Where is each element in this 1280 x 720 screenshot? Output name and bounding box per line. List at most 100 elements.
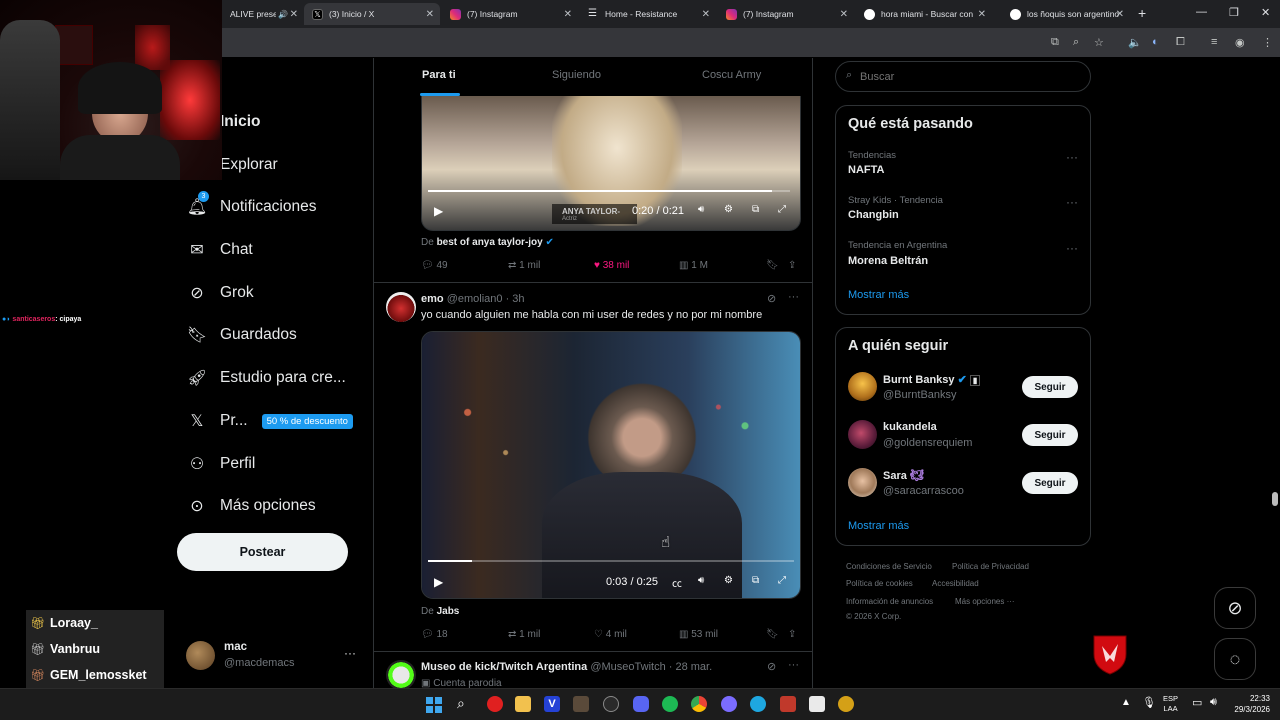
language-indicator[interactable]: ESP LAA [1163, 694, 1178, 714]
avatar[interactable] [386, 292, 416, 322]
footer-link[interactable]: Más opciones ··· [955, 597, 1015, 606]
tray-chevron-icon[interactable]: ▲ [1121, 697, 1131, 708]
video-progress-track[interactable] [428, 560, 794, 562]
sidebar-item-bookmarks[interactable]: 🔖︎ Guardados [186, 320, 297, 350]
close-tab-icon[interactable]: ✕ [978, 9, 986, 20]
grok-icon[interactable]: ⊘ [767, 660, 776, 673]
pip-icon[interactable]: ⧉ [752, 204, 759, 215]
reply-button[interactable]: 💬︎ 18 [421, 629, 448, 640]
play-icon[interactable]: ▶ [434, 204, 443, 218]
zoom-icon[interactable]: ⌕ [1073, 36, 1079, 49]
audio-icon[interactable]: 🔈 [1128, 36, 1142, 49]
repost-button[interactable]: ⇄ 1 mil [508, 260, 540, 271]
source-name[interactable]: best of anya taylor-joy [437, 237, 543, 248]
fullscreen-icon[interactable]: ⤢ [778, 204, 786, 215]
close-tab-icon[interactable]: ✕ [1116, 9, 1124, 20]
browser-tab-6[interactable]: los ñoquis son argentino ✕ [1002, 3, 1130, 25]
reply-button[interactable]: 💬︎ 49 [421, 260, 448, 271]
new-tab-button[interactable]: + [1138, 5, 1146, 21]
video-player[interactable]: ▶ 0:03 / 0:25 ㏄ 🔊︎ ⚙ ⧉ ⤢ [421, 331, 801, 599]
bookmark-star-icon[interactable]: ☆ [1094, 36, 1104, 49]
follow-show-more[interactable]: Mostrar más [848, 520, 909, 532]
sidebar-item-profile[interactable]: ⚇ Perfil [186, 449, 256, 479]
file-explorer-icon[interactable] [515, 696, 531, 712]
avatar[interactable] [386, 660, 416, 688]
follow-button[interactable]: Seguir [1022, 424, 1078, 446]
trend-more-icon[interactable]: ··· [1066, 241, 1078, 255]
messages-float-button[interactable]: ◌ [1214, 638, 1256, 680]
close-window-icon[interactable]: ✕ [1261, 6, 1270, 19]
spotify-app-icon[interactable] [662, 696, 678, 712]
play-icon[interactable]: ▶ [434, 575, 443, 589]
sidebar-item-premium[interactable]: 𝕏 Pr... 50 % de descuento [186, 406, 353, 436]
post-more-icon[interactable]: ··· [788, 659, 799, 671]
taskbar-search-icon[interactable]: ⌕ [457, 695, 465, 712]
follow-button[interactable]: Seguir [1022, 376, 1078, 398]
footer-link[interactable]: Política de cookies [846, 579, 913, 588]
bookmark-button[interactable]: 🔖︎ [766, 260, 779, 271]
sidebar-item-more[interactable]: ⊙ Más opciones [186, 491, 315, 521]
captions-icon[interactable]: ㏄ [672, 575, 682, 590]
follow-button[interactable]: Seguir [1022, 472, 1078, 494]
trend-more-icon[interactable]: ··· [1066, 195, 1078, 209]
browser-tab-3[interactable]: ☰ Home - Resistance ✕ [580, 3, 716, 25]
chrome-app-icon[interactable] [691, 696, 707, 712]
grok-float-button[interactable]: ⊘ [1214, 587, 1256, 629]
windows-start-icon[interactable] [426, 697, 442, 713]
author-name[interactable]: Museo de kick/Twitch Argentina [421, 661, 587, 673]
sidebar-item-creator-studio[interactable]: 🚀︎ Estudio para cre... [186, 363, 346, 393]
tab-coscu-army[interactable]: Coscu Army [702, 69, 761, 81]
search-box[interactable]: ⌕ [835, 61, 1091, 92]
trends-show-more[interactable]: Mostrar más [848, 289, 909, 301]
share-icon[interactable]: ⇪ [788, 629, 796, 640]
taskbar-app-icon[interactable] [721, 696, 737, 712]
search-input[interactable] [860, 68, 1080, 86]
footer-link[interactable]: Información de anuncios [846, 597, 933, 606]
settings-icon[interactable]: ⚙ [724, 204, 733, 215]
views-button[interactable]: ▥ 1 M [679, 260, 708, 271]
repost-button[interactable]: ⇄ 1 mil [508, 629, 540, 640]
discord-app-icon[interactable] [633, 696, 649, 712]
obs-app-icon[interactable] [603, 696, 619, 712]
volume-tray-icon[interactable]: 🔊︎ [1210, 696, 1217, 709]
sidebar-item-notifications[interactable]: 🔔︎ 3 Notificaciones [186, 191, 317, 222]
post-button[interactable]: Postear [177, 533, 348, 571]
clock[interactable]: 22:33 29/3/2026 [1226, 693, 1270, 715]
volume-icon[interactable]: 🔊︎ [698, 575, 704, 586]
photos-app-icon[interactable] [573, 696, 589, 712]
sidebar-item-grok[interactable]: ⊘ Grok [186, 278, 253, 308]
video-progress-track[interactable] [428, 190, 790, 192]
author-handle[interactable]: @MuseoTwitch [590, 661, 665, 673]
fullscreen-icon[interactable]: ⤢ [778, 575, 786, 586]
footer-link[interactable]: Condiciones de Servicio [846, 562, 932, 571]
close-tab-icon[interactable]: ✕ [702, 9, 710, 20]
like-button[interactable]: ♡ 4 mil [594, 629, 627, 640]
sidebar-item-chat[interactable]: ✉ Chat [186, 235, 252, 265]
tab-following[interactable]: Siguiendo [552, 69, 601, 81]
media-icon[interactable]: ≡ [1211, 36, 1217, 48]
video-player[interactable]: ▶ ANYA TAYLOR- Actriz 0:20 / 0:21 🔊︎ ⚙ ⧉… [421, 96, 801, 231]
vegas-app-icon[interactable]: V [544, 696, 560, 712]
page-scrollbar[interactable] [1272, 492, 1278, 506]
volume-icon[interactable]: 🔊︎ [698, 204, 704, 215]
browser-tab-2[interactable]: (7) Instagram ✕ [442, 3, 578, 25]
close-tab-icon[interactable]: ✕ [840, 9, 848, 20]
taskbar-app-icon[interactable] [780, 696, 796, 712]
bookmark-button[interactable]: 🔖︎ [766, 629, 779, 640]
post-more-icon[interactable]: ··· [788, 291, 799, 303]
puzzle-icon[interactable]: ⧠ [1176, 36, 1185, 49]
taskbar-app-icon[interactable] [487, 696, 503, 712]
profile-icon[interactable]: ◉ [1235, 36, 1245, 49]
close-tab-icon[interactable]: ✕ [426, 9, 434, 20]
maximize-icon[interactable]: ❐ [1229, 6, 1239, 19]
microphone-icon[interactable]: 🎙︎ [1142, 696, 1156, 709]
taskbar-app-icon[interactable] [838, 696, 854, 712]
taskbar-app-icon[interactable] [809, 696, 825, 712]
share-icon[interactable]: ⇪ [788, 260, 796, 271]
browser-tab-5[interactable]: hora miami - Buscar con ✕ [856, 3, 992, 25]
author-handle[interactable]: @emolian0 [447, 293, 503, 305]
footer-link[interactable]: Política de Privacidad [952, 562, 1029, 571]
browser-tab-0[interactable]: ALIVE prese 🔊 ✕ [222, 3, 304, 25]
extension-icon[interactable]: ◐ [1152, 36, 1159, 48]
source-name[interactable]: Jabs [437, 606, 460, 617]
